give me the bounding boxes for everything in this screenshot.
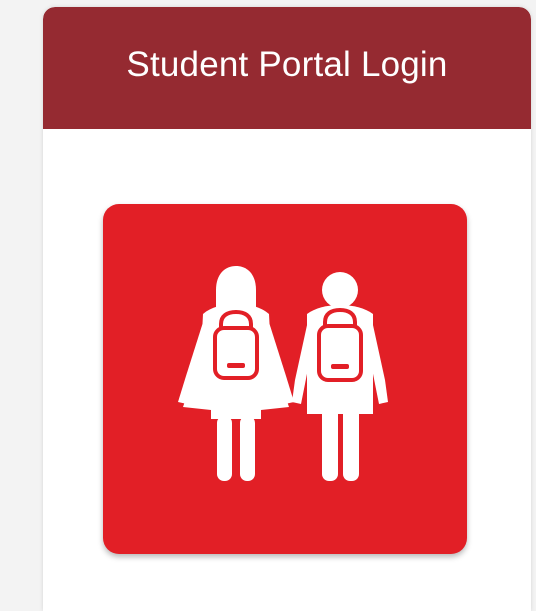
- page: Student Portal Login: [0, 0, 536, 611]
- card-body: [43, 129, 531, 611]
- student-portal-login-button[interactable]: [103, 204, 467, 554]
- login-card: Student Portal Login: [43, 7, 531, 611]
- card-header: Student Portal Login: [43, 7, 531, 129]
- students-with-backpacks-icon: [178, 266, 388, 481]
- card-title: Student Portal Login: [126, 45, 448, 84]
